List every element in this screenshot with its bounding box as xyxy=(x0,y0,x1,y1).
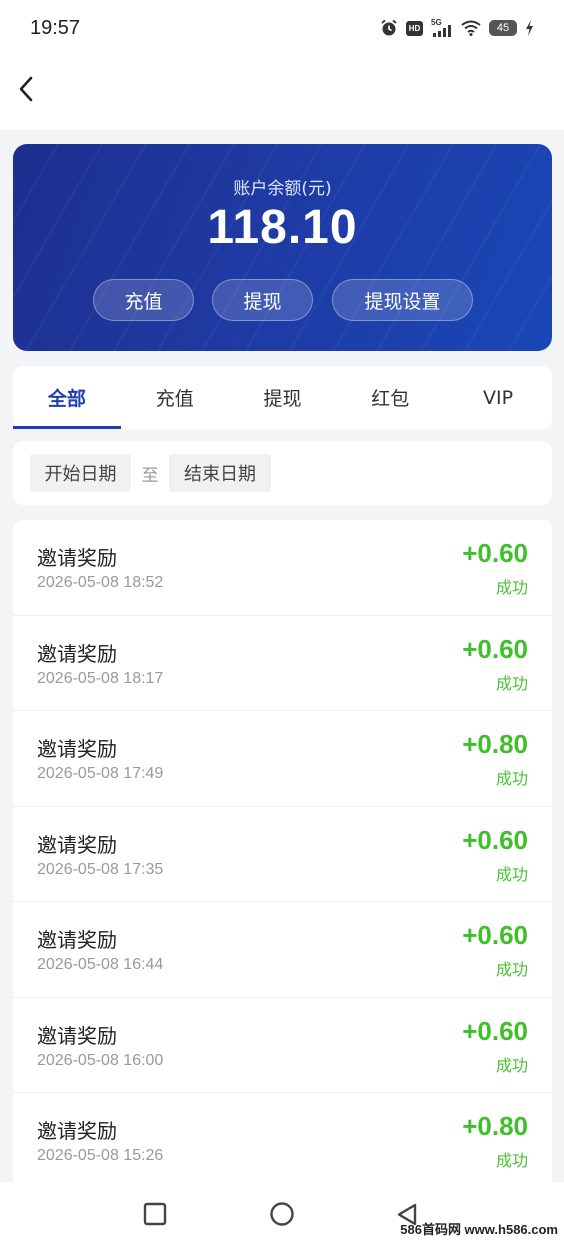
record-time: 2026-05-08 18:17 xyxy=(37,669,164,687)
charging-icon xyxy=(526,20,533,36)
record-item[interactable]: 邀请奖励 2026-05-08 16:44 +0.60 成功 xyxy=(13,902,552,998)
record-title: 邀请奖励 xyxy=(37,546,117,570)
start-date-picker[interactable]: 开始日期 xyxy=(30,454,131,492)
record-status: 成功 xyxy=(495,769,528,788)
wifi-icon xyxy=(461,20,481,36)
record-time: 2026-05-08 17:49 xyxy=(37,765,164,782)
record-status: 成功 xyxy=(495,1055,528,1075)
watermark: 586首码网 www.h586.com xyxy=(400,1222,558,1237)
record-title: 邀请奖励 xyxy=(37,832,117,857)
record-title: 邀请奖励 xyxy=(37,737,117,761)
record-status: 成功 xyxy=(495,960,528,979)
alarm-icon xyxy=(381,19,397,36)
balance-amount: 118.10 xyxy=(207,201,358,254)
square-recents-icon xyxy=(143,1202,167,1226)
tab-withdraw[interactable]: 提现 xyxy=(229,366,337,429)
battery-icon: 45 xyxy=(489,20,517,36)
withdraw-settings-button[interactable]: 提现设置 xyxy=(332,279,473,321)
status-time: 19:57 xyxy=(30,16,81,39)
record-time: 2026-05-08 16:00 xyxy=(37,1051,164,1069)
record-amount: +0.80 xyxy=(462,1111,528,1141)
tab-all[interactable]: 全部 xyxy=(13,366,121,429)
record-amount: +0.80 xyxy=(462,729,528,759)
record-item[interactable]: 邀请奖励 2026-05-08 18:52 +0.60 成功 xyxy=(13,520,552,616)
record-item[interactable]: 邀请奖励 2026-05-08 18:17 +0.60 成功 xyxy=(13,616,552,711)
tab-vip[interactable]: VIP xyxy=(444,366,552,429)
record-type-tabs: 全部 充值 提现 红包 VIP xyxy=(13,366,552,429)
status-bar: 19:57 HD 5G 45 xyxy=(0,0,564,56)
record-time: 2026-05-08 16:44 xyxy=(37,956,164,973)
date-separator: 至 xyxy=(141,465,159,486)
record-item[interactable]: 邀请奖励 2026-05-08 16:00 +0.60 成功 xyxy=(13,998,552,1093)
record-amount: +0.60 xyxy=(462,538,528,568)
record-list: 邀请奖励 2026-05-08 18:52 +0.60 成功 邀请奖励 2026… xyxy=(13,520,552,1182)
record-time: 2026-05-08 15:26 xyxy=(37,1147,164,1164)
record-amount: +0.60 xyxy=(462,1015,528,1046)
date-filter: 开始日期 至 结束日期 xyxy=(13,441,552,505)
circle-home-icon xyxy=(270,1202,294,1226)
end-date-picker[interactable]: 结束日期 xyxy=(169,454,271,492)
record-item[interactable]: 邀请奖励 2026-05-08 17:49 +0.80 成功 xyxy=(13,711,552,807)
system-navigation-bar: 586首码网 www.h586.com xyxy=(0,1182,564,1246)
balance-card: 账户余额(元) 118.10 充值 提现 提现设置 xyxy=(13,144,552,351)
tab-red-packet[interactable]: 红包 xyxy=(336,366,444,429)
hd-icon: HD xyxy=(406,20,423,36)
status-icons: HD 5G 45 xyxy=(380,18,534,37)
record-amount: +0.60 xyxy=(462,920,528,950)
back-button[interactable] xyxy=(14,74,40,104)
record-status: 成功 xyxy=(495,864,528,884)
chevron-left-icon xyxy=(19,76,33,102)
record-item[interactable]: 邀请奖励 2026-05-08 17:35 +0.60 成功 xyxy=(13,807,552,902)
record-item[interactable]: 邀请奖励 2026-05-08 15:26 +0.80 成功 xyxy=(13,1093,552,1182)
record-title: 邀请奖励 xyxy=(37,1119,117,1143)
record-title: 邀请奖励 xyxy=(37,928,117,952)
record-title: 邀请奖励 xyxy=(37,1023,117,1048)
record-status: 成功 xyxy=(495,673,528,693)
record-amount: +0.60 xyxy=(462,824,528,855)
record-status: 成功 xyxy=(495,1151,528,1170)
recents-button[interactable] xyxy=(143,1202,167,1230)
record-status: 成功 xyxy=(495,578,528,597)
record-amount: +0.60 xyxy=(462,633,528,664)
recharge-button[interactable]: 充值 xyxy=(93,279,194,321)
record-time: 2026-05-08 17:35 xyxy=(37,860,164,878)
signal-5g-icon: 5G xyxy=(431,18,453,37)
home-button[interactable] xyxy=(269,1202,295,1232)
balance-label: 账户余额(元) xyxy=(233,179,332,199)
record-time: 2026-05-08 18:52 xyxy=(37,574,164,591)
withdraw-button[interactable]: 提现 xyxy=(212,279,313,321)
record-title: 邀请奖励 xyxy=(37,641,117,666)
tab-recharge[interactable]: 充值 xyxy=(121,366,229,429)
nav-bar xyxy=(0,56,564,130)
